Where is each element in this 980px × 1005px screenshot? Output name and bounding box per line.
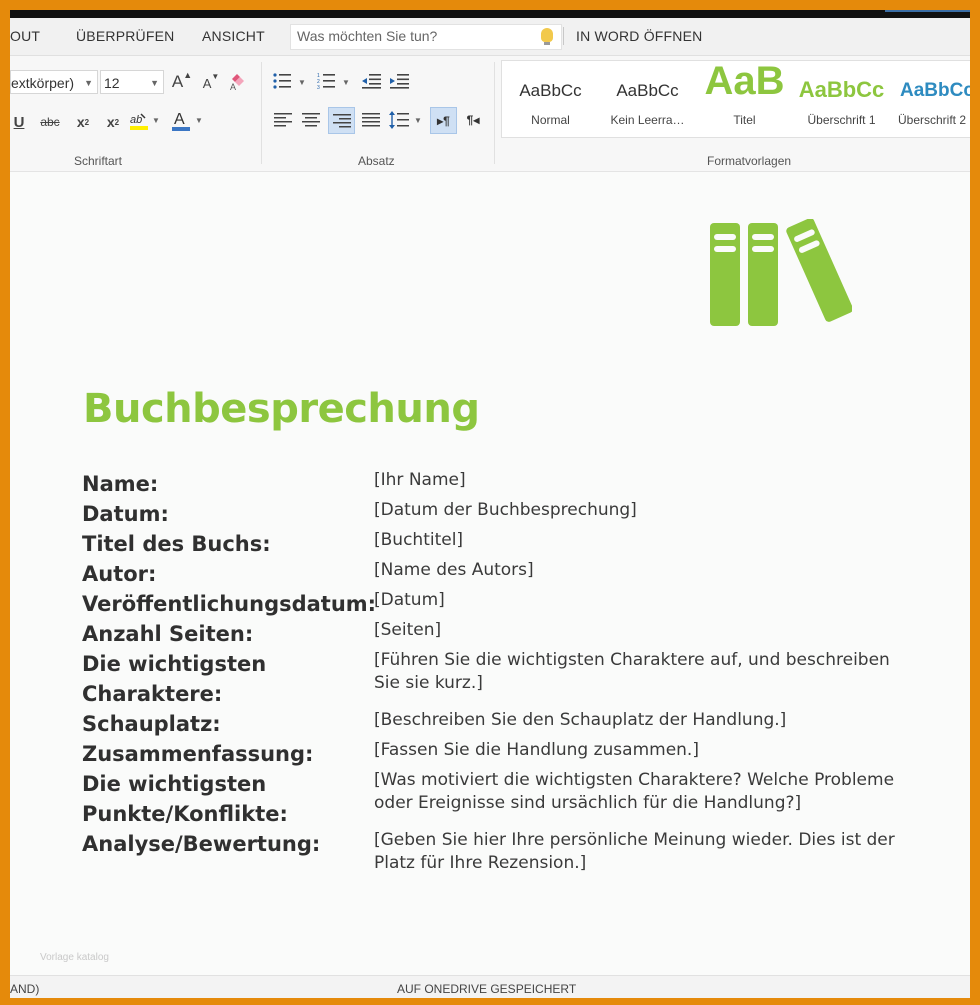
field-value[interactable]: [Name des Autors]	[374, 559, 904, 582]
svg-text:3: 3	[317, 85, 320, 90]
style-sample: AaBbCc	[519, 81, 582, 100]
field-label: Die wichtigsten Punkte/Konflikte:	[82, 772, 288, 826]
styles-gallery: AaBbCc Normal AaBbCc Kein Leerra… AaB Ti…	[501, 59, 970, 138]
chevron-down-icon[interactable]: ▼	[342, 78, 350, 87]
style-sample: AaBbCc	[900, 80, 970, 101]
field-label: Datum:	[82, 502, 169, 526]
style-name: Überschrift 1	[807, 113, 876, 127]
field-value[interactable]: [Datum der Buchbesprechung]	[374, 499, 904, 522]
document-title[interactable]: Buchbesprechung	[83, 386, 480, 432]
style-heading-1[interactable]: AaBbCc Überschrift 1	[793, 61, 890, 137]
subscript-icon[interactable]: x2	[72, 110, 94, 134]
field-label: Anzahl Seiten:	[82, 622, 254, 646]
books-logo-icon	[710, 219, 852, 326]
menu-bar: OUT ÜBERPRÜFEN ANSICHT IN WORD ÖFFNEN	[10, 18, 970, 56]
highlight-color-icon[interactable]: ab	[128, 108, 150, 134]
style-heading-2[interactable]: AaBbCc Überschrift 2	[890, 61, 970, 137]
tell-me-search-box[interactable]	[290, 24, 562, 50]
bullets-icon[interactable]	[272, 70, 292, 92]
style-normal[interactable]: AaBbCc Normal	[502, 61, 599, 137]
field-label: Name:	[82, 472, 159, 496]
svg-text:ab: ab	[130, 114, 142, 126]
font-name-select[interactable]: extkörper) ▼	[10, 70, 98, 94]
grow-font-icon[interactable]: A ▲	[171, 70, 193, 94]
underline-icon[interactable]: U	[10, 110, 28, 134]
style-name: Titel	[733, 113, 756, 127]
menu-tab-layout[interactable]: OUT	[10, 28, 40, 44]
field-label: Autor:	[82, 562, 157, 586]
style-sample: AaB	[704, 59, 785, 103]
style-sample: AaBbCc	[616, 81, 679, 100]
font-size-select[interactable]: 12 ▼	[100, 70, 164, 94]
chevron-down-icon[interactable]: ▼	[195, 116, 203, 125]
style-name: Kein Leerra…	[610, 113, 685, 127]
field-label: Veröffentlichungsdatum:	[82, 592, 377, 616]
font-size-value: 12	[104, 75, 120, 91]
field-value[interactable]: [Seiten]	[374, 619, 904, 642]
increase-indent-icon[interactable]	[388, 70, 410, 92]
font-name-value: extkörper)	[11, 75, 75, 91]
shrink-font-icon[interactable]: A ▼	[200, 72, 222, 94]
justify-icon[interactable]	[360, 108, 382, 132]
field-label: Die wichtigsten Charaktere:	[82, 652, 267, 706]
field-value[interactable]: [Datum]	[374, 589, 904, 612]
status-save-state: AUF ONEDRIVE GESPEICHERT	[397, 982, 577, 996]
menu-tab-review[interactable]: ÜBERPRÜFEN	[76, 28, 174, 44]
style-title[interactable]: AaB Titel	[696, 59, 793, 137]
watermark-text: Vorlage katalog	[40, 952, 109, 963]
chevron-down-icon[interactable]: ▼	[298, 78, 306, 87]
align-left-icon[interactable]	[272, 108, 294, 132]
align-center-icon[interactable]	[300, 108, 322, 132]
decrease-indent-icon[interactable]	[360, 70, 382, 92]
chevron-down-icon: ▼	[150, 78, 159, 88]
lightbulb-icon	[541, 28, 553, 45]
field-label: Schauplatz:	[82, 712, 221, 736]
superscript-icon[interactable]: x2	[102, 110, 124, 134]
group-label-font: Schriftart	[74, 154, 123, 168]
chevron-down-icon[interactable]: ▼	[414, 116, 422, 125]
ribbon: extkörper) ▼ 12 ▼ A ▲ A ▼ A U abc x2 x2 ab ▼…	[10, 56, 970, 172]
group-label-styles: Formatvorlagen	[707, 154, 792, 168]
style-name: Überschrift 2	[898, 113, 967, 127]
field-label: Zusammenfassung:	[82, 742, 314, 766]
field-value[interactable]: [Fassen Sie die Handlung zusammen.]	[374, 739, 904, 762]
group-separator	[494, 62, 495, 164]
open-in-word-button[interactable]: IN WORD ÖFFNEN	[576, 28, 702, 44]
field-value[interactable]: [Was motiviert die wichtigsten Charakter…	[374, 769, 904, 815]
top-accent-line	[885, 10, 970, 12]
field-value[interactable]: [Führen Sie die wichtigsten Charaktere a…	[374, 649, 904, 695]
field-value[interactable]: [Ihr Name]	[374, 469, 904, 492]
style-sample: AaBbCc	[798, 77, 885, 102]
menu-tab-view[interactable]: ANSICHT	[202, 28, 265, 44]
style-name: Normal	[531, 113, 570, 127]
word-online-window: OUT ÜBERPRÜFEN ANSICHT IN WORD ÖFFNEN ex…	[10, 18, 970, 998]
group-label-paragraph: Absatz	[358, 154, 395, 168]
field-value[interactable]: [Beschreiben Sie den Schauplatz der Hand…	[374, 709, 904, 732]
window-top-strip	[10, 10, 970, 18]
chevron-down-icon: ▼	[84, 78, 93, 88]
menu-separator	[563, 27, 564, 45]
svg-text:A: A	[174, 111, 185, 128]
field-value[interactable]: [Buchtitel]	[374, 529, 904, 552]
ltr-direction-icon[interactable]: ▸¶	[430, 107, 457, 134]
tell-me-search-input[interactable]	[291, 25, 522, 47]
line-spacing-icon[interactable]	[388, 108, 410, 132]
numbering-icon[interactable]: 123	[316, 70, 336, 92]
document-page[interactable]: Buchbesprechung Name: [Ihr Name] Datum: …	[10, 172, 970, 975]
style-no-spacing[interactable]: AaBbCc Kein Leerra…	[599, 61, 696, 137]
align-right-icon[interactable]	[328, 107, 355, 134]
rtl-direction-icon[interactable]: ¶◂	[462, 108, 484, 132]
chevron-down-icon[interactable]: ▼	[152, 116, 160, 125]
font-color-icon[interactable]: A	[170, 108, 192, 134]
field-label: Titel des Buchs:	[82, 532, 271, 556]
clear-formatting-icon[interactable]: A	[228, 70, 252, 94]
field-label: Analyse/Bewertung:	[82, 832, 321, 856]
field-value[interactable]: [Geben Sie hier Ihre persönliche Meinung…	[374, 829, 904, 875]
status-language[interactable]: AND)	[10, 982, 39, 996]
strikethrough-icon[interactable]: abc	[38, 110, 62, 134]
svg-text:A: A	[230, 82, 236, 91]
status-bar: AND) AUF ONEDRIVE GESPEICHERT	[10, 975, 970, 998]
group-separator	[261, 62, 262, 164]
